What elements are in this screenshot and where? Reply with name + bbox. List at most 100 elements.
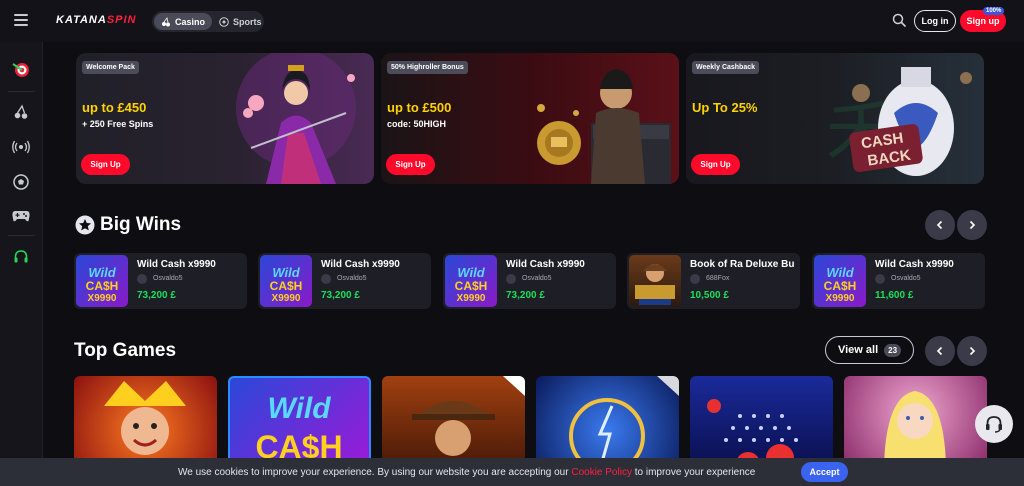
promo-subtext: + 250 Free Spins <box>82 119 154 129</box>
cookie-text-end: to improve your experience <box>631 467 756 478</box>
logo-text-katana: KATANA <box>56 14 107 26</box>
big-win-card[interactable]: Wild CA$H X9990 Wild Cash x9990 Osvaldo5 7… <box>443 253 616 309</box>
accept-cookies-button[interactable]: Accept <box>801 462 848 482</box>
tab-sports[interactable]: Sports <box>212 13 269 30</box>
game-name: Wild Cash x9990 <box>506 259 585 270</box>
live-broadcast-icon[interactable] <box>11 137 31 157</box>
promo-headline: up to £450 <box>82 100 147 115</box>
headset-icon <box>986 416 1002 433</box>
gamepad-icon[interactable] <box>11 206 31 226</box>
svg-text:Wild: Wild <box>272 265 300 280</box>
user-avatar-icon <box>506 274 516 284</box>
mode-switch: Casino Sports <box>152 11 264 32</box>
view-all-count: 23 <box>884 343 902 357</box>
cherries-icon <box>162 16 170 26</box>
game-name: Wild Cash x9990 <box>875 259 954 270</box>
username: Osvaldo5 <box>891 275 921 282</box>
user-avatar-icon <box>321 274 331 284</box>
promo-card-highroller[interactable]: 50% Highroller Bonus up to £500 code: 50… <box>381 53 679 184</box>
login-button[interactable]: Log in <box>914 10 956 32</box>
game-tile-lightning[interactable] <box>536 376 679 466</box>
promo-signup-button[interactable]: Sign Up <box>81 154 130 175</box>
cookie-banner: We use cookies to improve your experienc… <box>0 458 1024 486</box>
logo[interactable]: KATANASPIN <box>56 14 137 26</box>
svg-text:CA$H: CA$H <box>270 279 303 293</box>
win-amount: 73,200 £ <box>137 290 176 301</box>
sidebar-divider <box>8 91 35 92</box>
svg-text:X9990: X9990 <box>272 293 301 304</box>
menu-icon[interactable] <box>14 14 28 26</box>
sidebar <box>0 42 43 486</box>
game-name: Wild Cash x9990 <box>321 259 400 270</box>
game-thumbnail: Wild CA$H X9990 <box>260 255 312 307</box>
game-name: Book of Ra Deluxe Bu <box>690 259 795 270</box>
promo-headline: up to £500 <box>387 100 452 115</box>
promo-headline: Up To 25% <box>692 100 758 115</box>
star-icon <box>75 215 95 235</box>
big-win-card[interactable]: Wild CA$H X9990 Wild Cash x9990 Osvaldo5 1… <box>812 253 985 309</box>
user-avatar-icon <box>137 274 147 284</box>
user-avatar-icon <box>875 274 885 284</box>
samurai-illustration <box>537 69 671 184</box>
big-wins-title: Big Wins <box>100 214 182 235</box>
svg-text:Wild: Wild <box>88 265 116 280</box>
promo-signup-button[interactable]: Sign Up <box>691 154 740 175</box>
big-win-card[interactable]: Book of Ra Deluxe Bu 688Fox 10,500 £ <box>627 253 800 309</box>
main-content: Welcome Pack up to £450 + 250 Free Spins… <box>43 42 1024 486</box>
top-games-prev-button[interactable] <box>925 336 955 366</box>
logo-text-spin: SPIN <box>106 14 137 26</box>
soccer-ball-icon[interactable] <box>11 172 31 192</box>
top-games-next-button[interactable] <box>957 336 987 366</box>
soccer-ball-icon <box>219 16 229 27</box>
tab-casino-label: Casino <box>175 16 206 27</box>
tab-casino[interactable]: Casino <box>154 13 213 30</box>
game-thumbnail: Wild CA$H X9990 <box>445 255 497 307</box>
game-tile-book-of-ra[interactable] <box>382 376 525 466</box>
signup-bonus-badge: 100% <box>983 7 1005 15</box>
game-thumbnail <box>629 255 681 307</box>
big-win-card[interactable]: Wild CA$H X9990 Wild Cash x9990 Osvaldo5 7… <box>74 253 247 309</box>
promo-card-cashback[interactable]: 禾 CASH BACK Weekly Cashback Up To 25% Si… <box>686 53 984 184</box>
geisha-illustration <box>236 53 356 184</box>
game-tile-fairy[interactable] <box>844 376 987 466</box>
svg-text:CA$H: CA$H <box>455 279 488 293</box>
game-tile-plinko[interactable] <box>690 376 833 466</box>
game-tile-jester[interactable] <box>74 376 217 466</box>
support-chat-button[interactable] <box>975 405 1013 443</box>
username: Osvaldo5 <box>337 275 367 282</box>
sidebar-divider <box>8 235 35 236</box>
cherries-icon[interactable] <box>11 102 31 122</box>
big-wins-prev-button[interactable] <box>925 210 955 240</box>
username: 688Fox <box>706 275 730 282</box>
username: Osvaldo5 <box>522 275 552 282</box>
big-win-card[interactable]: Wild CA$H X9990 Wild Cash x9990 Osvaldo5 7… <box>258 253 431 309</box>
cookie-text: We use cookies to improve your experienc… <box>178 467 572 478</box>
svg-text:Wild: Wild <box>267 392 331 425</box>
chevron-right-icon <box>969 220 976 230</box>
win-amount: 10,500 £ <box>690 290 729 301</box>
tab-sports-label: Sports <box>233 16 262 27</box>
win-amount: 11,600 £ <box>875 290 914 301</box>
game-tile-wild-cash[interactable]: Wild CA$H <box>228 376 371 466</box>
promo-signup-button[interactable]: Sign Up <box>386 154 435 175</box>
promo-tag: Weekly Cashback <box>692 61 760 74</box>
svg-text:CA$H: CA$H <box>824 279 857 293</box>
game-name: Wild Cash x9990 <box>137 259 216 270</box>
search-icon[interactable] <box>892 13 907 28</box>
svg-text:Wild: Wild <box>457 265 485 280</box>
svg-text:X9990: X9990 <box>88 293 117 304</box>
promo-subtext: code: 50HIGH <box>387 119 447 129</box>
headset-icon[interactable] <box>11 247 31 267</box>
view-all-button[interactable]: View all 23 <box>825 336 914 364</box>
cookie-message: We use cookies to improve your experienc… <box>178 467 755 478</box>
win-amount: 73,200 £ <box>506 290 545 301</box>
svg-text:X9990: X9990 <box>457 293 486 304</box>
svg-text:X9990: X9990 <box>826 293 855 304</box>
win-amount: 73,200 £ <box>321 290 360 301</box>
chevron-left-icon <box>936 346 943 356</box>
big-wins-next-button[interactable] <box>957 210 987 240</box>
target-icon[interactable] <box>11 60 31 80</box>
game-thumbnail: Wild CA$H X9990 <box>76 255 128 307</box>
promo-card-welcome[interactable]: Welcome Pack up to £450 + 250 Free Spins… <box>76 53 374 184</box>
cookie-policy-link[interactable]: Cookie Policy <box>571 467 632 478</box>
